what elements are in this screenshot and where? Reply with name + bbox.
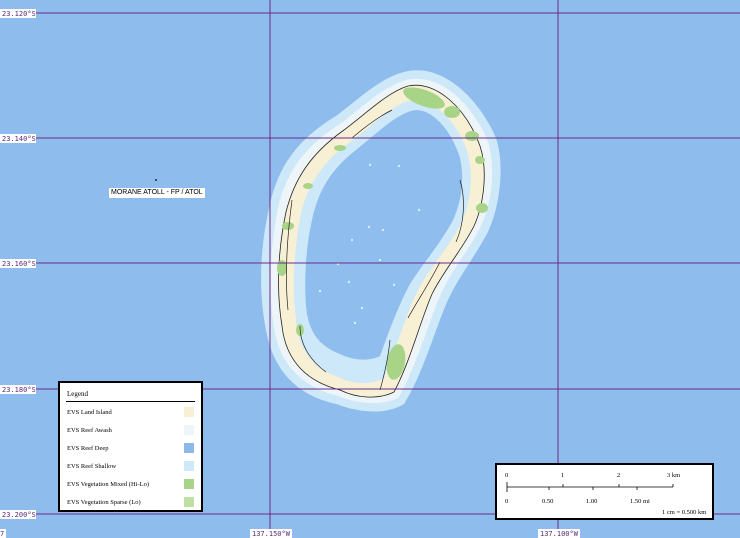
lat-label-3: 23.160°S (2, 260, 36, 268)
lat-label-4: 23.180°S (2, 386, 36, 394)
scale-mi-tick-1: 0.50 (542, 498, 553, 505)
legend-title: Legend (67, 390, 88, 398)
scale-km-tick-3: 3 km (667, 472, 680, 479)
legend-item-label: EVS Vegetation Sparse (Lo) (67, 499, 141, 506)
legend-swatch (184, 425, 194, 435)
scale-km-tick-2: 2 (617, 472, 620, 479)
scale-bar-panel: 0 1 2 3 km 0 0.50 1.00 1.50 mi 1 cm = 0.… (495, 463, 714, 520)
legend-swatch (184, 443, 194, 453)
legend-item-vegetation-mixed: EVS Vegetation Mixed (Hi-Lo) (67, 479, 197, 491)
legend-item-label: EVS Reef Deep (67, 445, 109, 452)
legend-swatch (184, 461, 194, 471)
legend-swatch (184, 479, 194, 489)
legend-item-land-island: EVS Land Island (67, 407, 197, 419)
legend-item-label: EVS Reef Awash (67, 427, 112, 434)
scale-mi-tick-2: 1.00 (586, 498, 597, 505)
legend-swatch (184, 497, 194, 507)
scale-km-tick-0: 0 (505, 472, 508, 479)
scale-km: 0 1 2 3 km (505, 472, 680, 492)
scale-mi: 0 0.50 1.00 1.50 mi (505, 487, 650, 505)
place-marker (155, 179, 157, 181)
place-label: MORANE ATOLL - FP / ATOL (109, 188, 205, 198)
lon-label-2: 137.100°W (540, 530, 579, 538)
legend-swatch (184, 407, 194, 417)
lon-label-1: 137.150°W (252, 530, 291, 538)
scale-mi-tick-3: 1.50 mi (630, 498, 650, 505)
legend-item-vegetation-sparse: EVS Vegetation Sparse (Lo) (67, 497, 197, 509)
lat-label-2: 23.140°S (2, 135, 36, 143)
legend-item-reef-deep: EVS Reef Deep (67, 443, 197, 455)
legend-item-label: EVS Vegetation Mixed (Hi-Lo) (67, 481, 150, 488)
scale-ratio: 1 cm = 0.500 km (662, 509, 706, 516)
legend-item-reef-awash: EVS Reef Awash (67, 425, 197, 437)
lon-label-edge: 7 (0, 530, 4, 538)
lat-label-5: 23.200°S (2, 511, 36, 519)
legend-item-label: EVS Reef Shallow (67, 463, 117, 470)
legend-item-reef-shallow: EVS Reef Shallow (67, 461, 197, 473)
legend-item-label: EVS Land Island (67, 409, 112, 416)
scale-km-tick-1: 1 (561, 472, 564, 479)
legend-panel: Legend EVS Land Island EVS Reef Awash EV… (58, 381, 203, 512)
legend-divider (66, 401, 195, 402)
lat-label-1: 23.120°S (2, 10, 36, 18)
scale-mi-tick-0: 0 (505, 498, 508, 505)
